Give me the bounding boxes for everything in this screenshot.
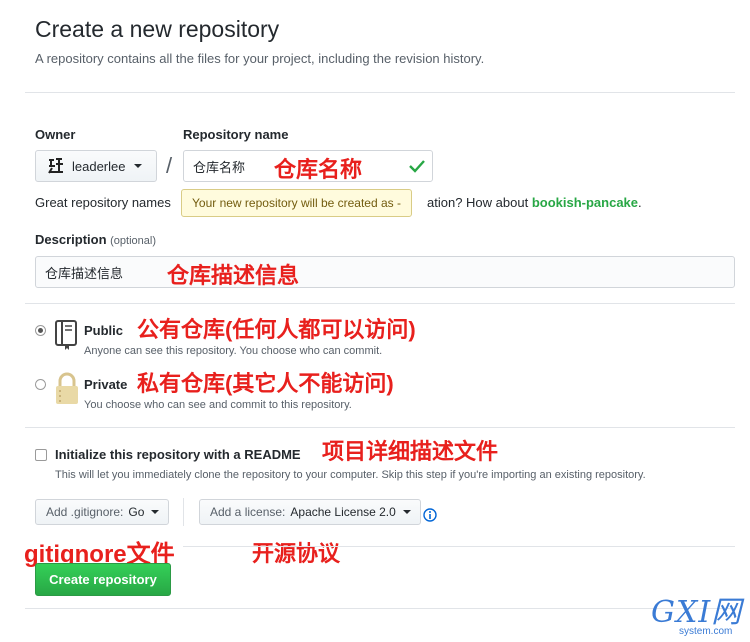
readme-note: This will let you immediately clone the … [55,469,646,481]
helper-prefix: Great repository names [35,195,171,210]
owner-select[interactable]: leaderlee [35,150,157,182]
divider [183,546,735,547]
readme-title: Initialize this repository with a README [55,447,301,462]
watermark-domain: system.com [679,626,733,637]
description-label: Description (optional) [35,232,156,247]
repo-name-helper: Great repository names [35,195,171,210]
annotation-description: 仓库描述信息 [167,263,300,288]
owner-label: Owner [35,127,76,142]
path-separator: / [166,153,173,178]
gitignore-value: Go [128,505,145,519]
optional-hint: (optional) [110,235,156,247]
description-label-text: Description [35,232,107,247]
watermark-main: GXI网 [651,595,743,630]
private-title: Private [84,377,128,392]
private-note: You choose who can see and commit to thi… [84,399,352,411]
annotation-private: 私有仓库(其它人不能访问) [137,371,394,396]
page-title: Create a new repository [35,16,280,42]
avatar [46,156,66,176]
annotation-repo-name: 仓库名称 [274,157,363,182]
helper-suggestion-text: ation? How about bookish-pancake. [427,195,642,210]
check-icon [409,160,425,173]
repo-name-label: Repository name [183,127,289,142]
radio-selected-dot [38,328,43,333]
repository-name-value: 仓库名称 [193,159,246,175]
gitignore-select[interactable]: Add .gitignore: Go [35,499,170,525]
info-icon[interactable] [423,508,437,525]
description-input[interactable]: 仓库描述信息 [35,256,735,288]
private-radio[interactable] [35,379,46,390]
license-prefix: Add a license: [210,505,286,519]
owner-name: leaderlee [72,158,126,174]
select-divider [183,498,184,526]
divider [25,427,735,428]
helper-suffix: ation? How about [427,195,529,210]
watermark-logo: GXI网 system.com [651,598,743,638]
page-subtitle: A repository contains all the files for … [35,51,485,66]
create-repository-button[interactable]: Create repository [35,563,171,596]
chevron-down-icon [151,510,160,514]
license-select[interactable]: Add a license: Apache License 2.0 [199,499,421,525]
license-value: Apache License 2.0 [290,505,396,519]
public-title: Public [84,323,124,338]
chevron-down-icon [133,164,142,168]
repo-book-icon [54,319,78,354]
divider [25,608,735,609]
annotation-readme: 项目详细描述文件 [322,439,499,464]
annotation-public: 公有仓库(任何人都可以访问) [137,317,416,342]
lock-icon [54,372,80,409]
helper-end: . [638,195,642,210]
name-tooltip: Your new repository will be created as - [181,189,412,217]
chevron-down-icon [402,510,411,514]
gitignore-prefix: Add .gitignore: [46,505,124,519]
public-note: Anyone can see this repository. You choo… [84,345,383,357]
divider [25,303,735,304]
suggested-name-link[interactable]: bookish-pancake [532,195,638,210]
divider [25,92,735,93]
annotation-license: 开源协议 [252,541,341,566]
description-value: 仓库描述信息 [45,265,124,281]
public-radio[interactable] [35,325,46,336]
readme-checkbox[interactable] [35,449,47,461]
